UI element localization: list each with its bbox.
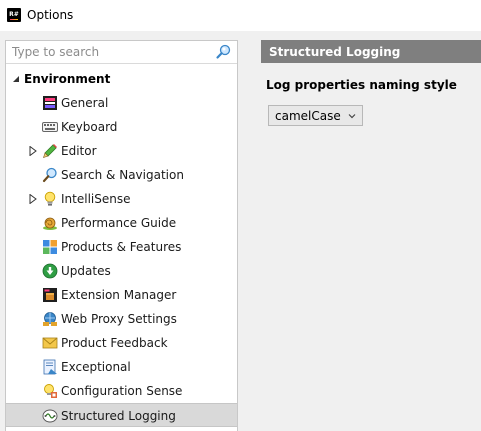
tree-item-configuration-sense[interactable]: Configuration Sense	[6, 379, 237, 403]
tree-item-label: Search & Navigation	[61, 168, 184, 182]
tree-item-label: Structured Logging	[61, 409, 176, 423]
dropdown-selected-value: camelCase	[275, 109, 341, 123]
tree-item-updates[interactable]: Updates	[6, 259, 237, 283]
search-box	[6, 41, 237, 64]
tree-item-products-features[interactable]: Products & Features	[6, 235, 237, 259]
tree-root-environment[interactable]: Environment	[6, 67, 237, 91]
settings-page: Structured Logging Log properties naming…	[261, 40, 481, 431]
collapsed-triangle-icon[interactable]	[28, 146, 38, 156]
puzzle-icon	[43, 240, 57, 254]
chevron-down-icon[interactable]	[348, 112, 356, 120]
naming-style-dropdown[interactable]: camelCase	[268, 105, 363, 126]
envelope-icon	[42, 337, 58, 349]
tree-item-general[interactable]: General	[6, 91, 237, 115]
tree-item-label: Performance Guide	[61, 216, 177, 230]
snail-icon	[43, 217, 57, 230]
config-sense-icon	[44, 384, 57, 398]
options-tree-panel: Environment General Keyboard	[5, 40, 238, 431]
tree-item-label: Web Proxy Settings	[61, 312, 177, 326]
tree-item-label: Updates	[61, 264, 111, 278]
tree-item-web-proxy-settings[interactable]: Web Proxy Settings	[6, 307, 237, 331]
tree-item-structured-logging[interactable]: Structured Logging	[6, 403, 237, 427]
options-tree: Environment General Keyboard Editor Sear…	[6, 67, 237, 427]
tree-item-editor[interactable]: Editor	[6, 139, 237, 163]
network-icon	[43, 312, 57, 326]
page-title: Structured Logging	[261, 40, 481, 63]
tree-item-label: Exceptional	[61, 360, 131, 374]
tree-item-label: Editor	[61, 144, 97, 158]
expanded-triangle-icon[interactable]	[11, 74, 21, 84]
naming-style-label: Log properties naming style	[266, 78, 457, 92]
package-icon	[43, 288, 57, 302]
tree-item-label: Products & Features	[61, 240, 182, 254]
search-icon[interactable]	[215, 44, 233, 60]
tree-item-label: General	[61, 96, 109, 110]
update-icon	[42, 263, 58, 279]
title-bar: R# Options	[0, 0, 481, 31]
general-icon	[43, 96, 57, 110]
search-input[interactable]	[10, 43, 214, 61]
tree-item-label: Product Feedback	[61, 336, 168, 350]
tree-item-label: IntelliSense	[61, 192, 131, 206]
tree-item-product-feedback[interactable]: Product Feedback	[6, 331, 237, 355]
logging-icon	[42, 409, 58, 423]
tree-item-label: Configuration Sense	[61, 384, 183, 398]
tree-item-label: Extension Manager	[61, 288, 177, 302]
tree-item-search-navigation[interactable]: Search & Navigation	[6, 163, 237, 187]
resharper-icon: R#	[7, 8, 21, 22]
tree-item-extension-manager[interactable]: Extension Manager	[6, 283, 237, 307]
keyboard-icon	[42, 122, 58, 132]
magnifier-icon	[42, 167, 57, 183]
collapsed-triangle-icon[interactable]	[28, 194, 38, 204]
exception-icon	[43, 359, 57, 375]
tree-item-keyboard[interactable]: Keyboard	[6, 115, 237, 139]
window-title: Options	[27, 8, 74, 22]
pencil-icon	[43, 144, 57, 158]
tree-item-intellisense[interactable]: IntelliSense	[6, 187, 237, 211]
app-icon-text: R#	[9, 11, 19, 18]
tree-item-label: Keyboard	[61, 120, 118, 134]
tree-root-label: Environment	[24, 72, 111, 86]
tree-item-performance-guide[interactable]: Performance Guide	[6, 211, 237, 235]
tree-item-exceptional[interactable]: Exceptional	[6, 355, 237, 379]
lightbulb-icon	[44, 191, 56, 206]
